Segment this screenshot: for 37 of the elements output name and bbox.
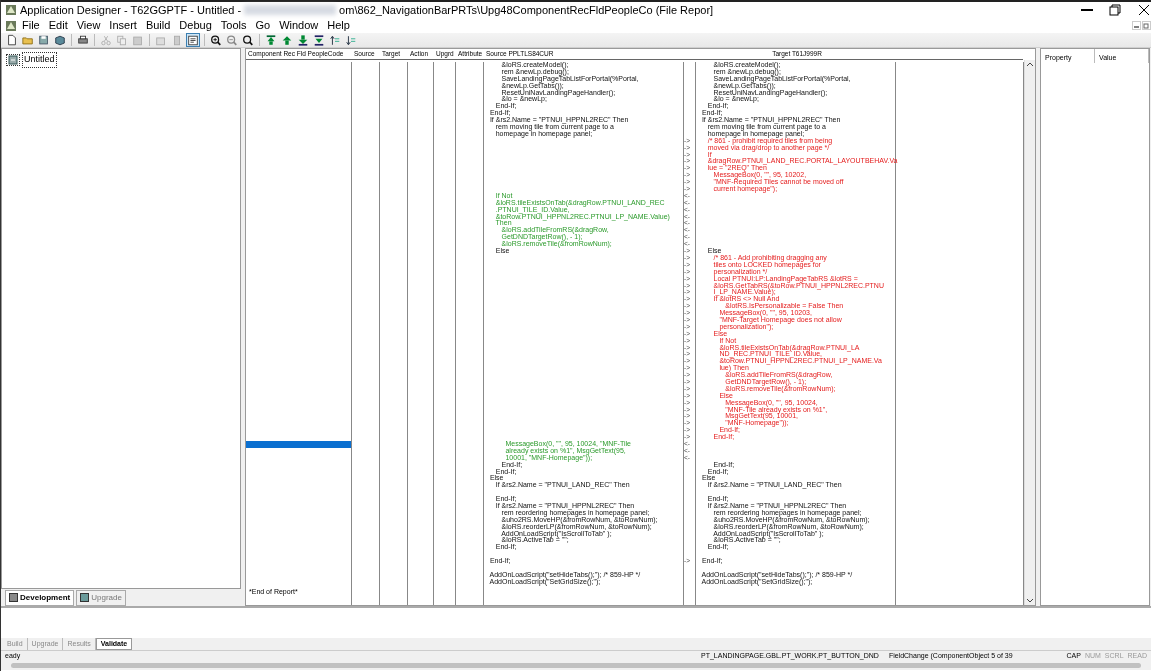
- zoom-in-button[interactable]: [209, 33, 223, 47]
- panel-tab[interactable]: Upgrade: [76, 589, 126, 606]
- menu-item[interactable]: Tools: [216, 19, 251, 32]
- window-title: Application Designer - T62GGPTF - Untitled -: [20, 2, 242, 18]
- compare-button[interactable]: [186, 33, 200, 47]
- search-button[interactable]: [241, 33, 255, 47]
- save-button[interactable]: [37, 33, 51, 47]
- scroll-up-icon[interactable]: [1026, 60, 1034, 68]
- menu-item[interactable]: Window: [275, 19, 323, 32]
- menu-item[interactable]: Insert: [105, 19, 141, 32]
- vertical-scrollbar[interactable]: [1024, 60, 1035, 605]
- restore-icon[interactable]: [1142, 21, 1151, 30]
- restore-button[interactable]: [1108, 3, 1122, 17]
- arrow-down-button[interactable]: [296, 33, 310, 47]
- arrow-top-button[interactable]: [264, 33, 278, 47]
- scroll-down-icon[interactable]: [1026, 597, 1034, 605]
- arrow-bottom-button[interactable]: [312, 33, 326, 47]
- app-icon: [5, 19, 17, 32]
- menu-item[interactable]: Help: [323, 19, 354, 32]
- menu-item[interactable]: Go: [251, 19, 275, 32]
- new-file-button[interactable]: [5, 33, 19, 47]
- printer-button[interactable]: [76, 33, 90, 47]
- menu-item[interactable]: Edit: [44, 19, 72, 32]
- window-title: om\862_NavigationBarPRTs\Upg48ComponentRecFldPeopleCo (File Repor]: [339, 2, 714, 18]
- down-up-arrows-button[interactable]: [344, 33, 358, 47]
- minimize-icon[interactable]: [1132, 21, 1141, 30]
- close-button[interactable]: [1137, 3, 1151, 17]
- up-down-arrows-button[interactable]: [328, 33, 342, 47]
- menu-item[interactable]: Debug: [175, 19, 216, 32]
- cube-button[interactable]: [53, 33, 67, 47]
- project-icon: [6, 53, 20, 66]
- menu-item[interactable]: Build: [141, 19, 175, 32]
- horizontal-scrollbar[interactable]: [1, 661, 1151, 670]
- app-icon: [5, 4, 17, 16]
- panel-tab[interactable]: Development: [5, 589, 75, 606]
- menu-item[interactable]: File: [18, 19, 44, 32]
- menu-item[interactable]: View: [72, 19, 105, 32]
